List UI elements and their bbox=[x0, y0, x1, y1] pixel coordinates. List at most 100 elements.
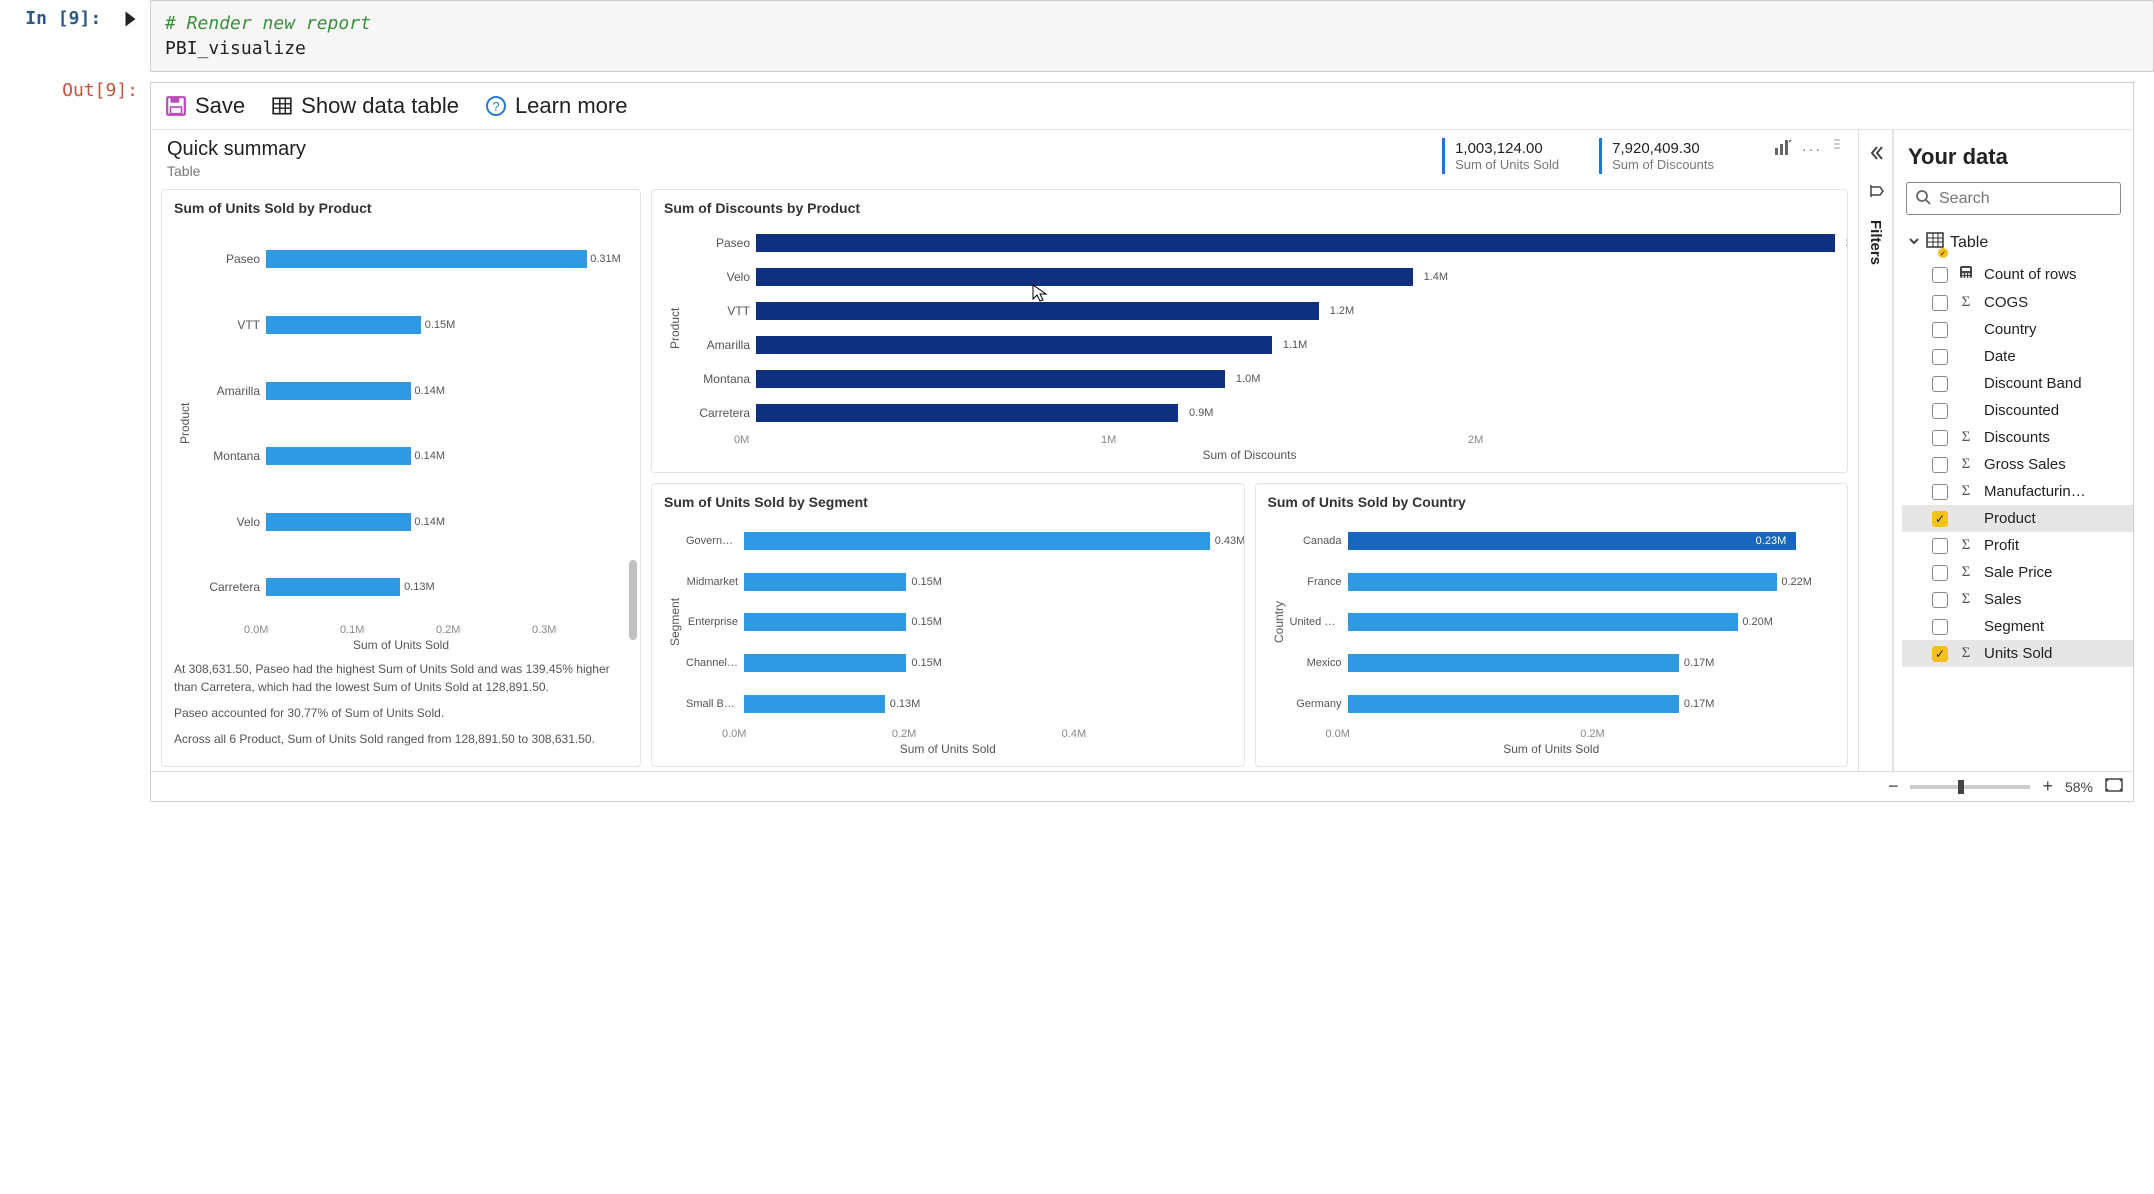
bar-row[interactable]: Small Bus…0.13M bbox=[686, 693, 1232, 715]
checkbox[interactable] bbox=[1932, 646, 1948, 662]
data-search-input[interactable] bbox=[1939, 190, 2133, 208]
chart-units-by-country[interactable]: Sum of Units Sold by Country Country Can… bbox=[1255, 483, 1849, 767]
chart-type-icon[interactable] bbox=[1774, 138, 1792, 159]
checkbox[interactable] bbox=[1932, 457, 1948, 473]
bar-row[interactable]: Midmarket0.15M bbox=[686, 571, 1232, 593]
checkbox[interactable] bbox=[1932, 376, 1948, 392]
bar-row[interactable]: Amarilla1.1M bbox=[686, 334, 1835, 356]
bar-category: Enterprise bbox=[686, 616, 744, 628]
field-units-sold[interactable]: ΣUnits Sold bbox=[1902, 640, 2133, 667]
chart-insights: At 308,631.50, Paseo had the highest Sum… bbox=[174, 660, 628, 756]
checkbox[interactable] bbox=[1932, 403, 1948, 419]
kpi-discounts[interactable]: 7,920,409.30 Sum of Discounts bbox=[1599, 138, 1724, 174]
bar-category: United St… bbox=[1290, 616, 1348, 628]
field-country[interactable]: Country bbox=[1902, 316, 2133, 343]
bar-fill bbox=[744, 573, 906, 591]
table-node[interactable]: ✓ Table bbox=[1902, 225, 2133, 260]
code-input[interactable]: # Render new report PBI_visualize bbox=[150, 0, 2154, 72]
field-manufacturin-[interactable]: ΣManufacturin… bbox=[1902, 478, 2133, 505]
bar-row[interactable]: Montana0.14M bbox=[196, 445, 628, 467]
bar-category: Carretera bbox=[686, 406, 756, 420]
checkbox[interactable] bbox=[1932, 511, 1948, 527]
bar-value-label: 0.14M bbox=[414, 516, 445, 528]
checkbox[interactable] bbox=[1932, 619, 1948, 635]
save-icon bbox=[165, 95, 187, 117]
bar-value-label: 0.15M bbox=[911, 657, 942, 669]
bar-row[interactable]: Paseo2.3M bbox=[686, 232, 1835, 254]
scroll-handle[interactable] bbox=[629, 560, 637, 640]
bar-value-label: 2.3M bbox=[1846, 237, 1848, 249]
field-date[interactable]: Date bbox=[1902, 343, 2133, 370]
collapse-filters-icon[interactable] bbox=[1867, 144, 1885, 165]
field-sale-price[interactable]: ΣSale Price bbox=[1902, 559, 2133, 586]
checkbox[interactable] bbox=[1932, 484, 1948, 500]
summary-title: Quick summary bbox=[167, 138, 306, 161]
field-discount-band[interactable]: Discount Band bbox=[1902, 370, 2133, 397]
bar-row[interactable]: Governm…0.43M bbox=[686, 530, 1232, 552]
field-profit[interactable]: ΣProfit bbox=[1902, 532, 2133, 559]
checkbox[interactable] bbox=[1932, 322, 1948, 338]
chart-units-by-product[interactable]: Sum of Units Sold by Product Product Pas… bbox=[161, 189, 641, 767]
field-gross-sales[interactable]: ΣGross Sales bbox=[1902, 451, 2133, 478]
collapse-grip-icon[interactable] bbox=[1832, 139, 1842, 158]
chevron-down-icon bbox=[1908, 234, 1920, 252]
data-search[interactable] bbox=[1906, 182, 2121, 215]
bar-row[interactable]: Carretera0.13M bbox=[196, 576, 628, 598]
table-icon: ✓ bbox=[1926, 231, 1944, 254]
checkbox[interactable] bbox=[1932, 349, 1948, 365]
bar-category: Amarilla bbox=[686, 338, 756, 352]
learn-more-button[interactable]: ? Learn more bbox=[485, 93, 628, 119]
bar-row[interactable]: United St…0.20M bbox=[1290, 611, 1836, 633]
chart-units-by-segment[interactable]: Sum of Units Sold by Segment Segment Gov… bbox=[651, 483, 1245, 767]
bar-row[interactable]: France0.22M bbox=[1290, 571, 1836, 593]
field-sales[interactable]: ΣSales bbox=[1902, 586, 2133, 613]
bar-row[interactable]: Canada0.23M bbox=[1290, 530, 1836, 552]
sigma-icon: Σ bbox=[1958, 591, 1974, 608]
filters-rail[interactable]: Filters bbox=[1859, 130, 1893, 771]
checkbox[interactable] bbox=[1932, 430, 1948, 446]
bar-fill bbox=[756, 268, 1413, 286]
field-discounts[interactable]: ΣDiscounts bbox=[1902, 424, 2133, 451]
field-discounted[interactable]: Discounted bbox=[1902, 397, 2133, 424]
checkbox[interactable] bbox=[1932, 538, 1948, 554]
bar-row[interactable]: Montana1.0M bbox=[686, 368, 1835, 390]
chart-discounts-by-product[interactable]: Sum of Discounts by Product Product Pase… bbox=[651, 189, 1848, 473]
zoom-slider[interactable] bbox=[1910, 785, 2030, 789]
bar-row[interactable]: Paseo0.31M bbox=[196, 248, 628, 270]
bar-value-label: 0.43M bbox=[1215, 535, 1245, 547]
zoom-out-button[interactable]: − bbox=[1888, 776, 1899, 797]
run-cell-icon[interactable] bbox=[118, 9, 138, 29]
field-cogs[interactable]: ΣCOGS bbox=[1902, 289, 2133, 316]
bar-row[interactable]: VTT1.2M bbox=[686, 300, 1835, 322]
checkbox[interactable] bbox=[1932, 565, 1948, 581]
zoom-in-button[interactable]: + bbox=[2042, 776, 2053, 797]
x-tick: 0.0M bbox=[244, 624, 340, 636]
more-options-icon[interactable]: ··· bbox=[1802, 141, 1822, 157]
filter-reset-icon[interactable] bbox=[1868, 183, 1884, 202]
filters-label: Filters bbox=[1867, 220, 1884, 265]
fit-to-page-icon[interactable] bbox=[2105, 778, 2123, 795]
checkbox[interactable] bbox=[1932, 295, 1948, 311]
bar-row[interactable]: Germany0.17M bbox=[1290, 693, 1836, 715]
bar-row[interactable]: VTT0.15M bbox=[196, 314, 628, 336]
bar-row[interactable]: Mexico0.17M bbox=[1290, 652, 1836, 674]
field-count-of-rows[interactable]: Count of rows bbox=[1902, 260, 2133, 289]
field-segment[interactable]: Segment bbox=[1902, 613, 2133, 640]
bar-value-label: 1.0M bbox=[1236, 373, 1260, 385]
summary-subtitle: Table bbox=[167, 163, 306, 179]
checkbox[interactable] bbox=[1932, 267, 1948, 283]
pbi-widget: Save Show data table ? Learn more Qui bbox=[150, 82, 2134, 802]
bar-row[interactable]: Channel …0.15M bbox=[686, 652, 1232, 674]
field-product[interactable]: Product bbox=[1902, 505, 2133, 532]
checkbox[interactable] bbox=[1932, 592, 1948, 608]
kpi-units-sold[interactable]: 1,003,124.00 Sum of Units Sold bbox=[1442, 138, 1569, 174]
bar-row[interactable]: Enterprise0.15M bbox=[686, 611, 1232, 633]
bar-row[interactable]: Carretera0.9M bbox=[686, 402, 1835, 424]
show-data-table-button[interactable]: Show data table bbox=[271, 93, 459, 119]
field-label: Date bbox=[1984, 348, 2016, 365]
bar-row[interactable]: Velo0.14M bbox=[196, 511, 628, 533]
bar-row[interactable]: Velo1.4M bbox=[686, 266, 1835, 288]
bar-row[interactable]: Amarilla0.14M bbox=[196, 380, 628, 402]
save-button[interactable]: Save bbox=[165, 93, 245, 119]
bar-category: Amarilla bbox=[196, 384, 266, 398]
